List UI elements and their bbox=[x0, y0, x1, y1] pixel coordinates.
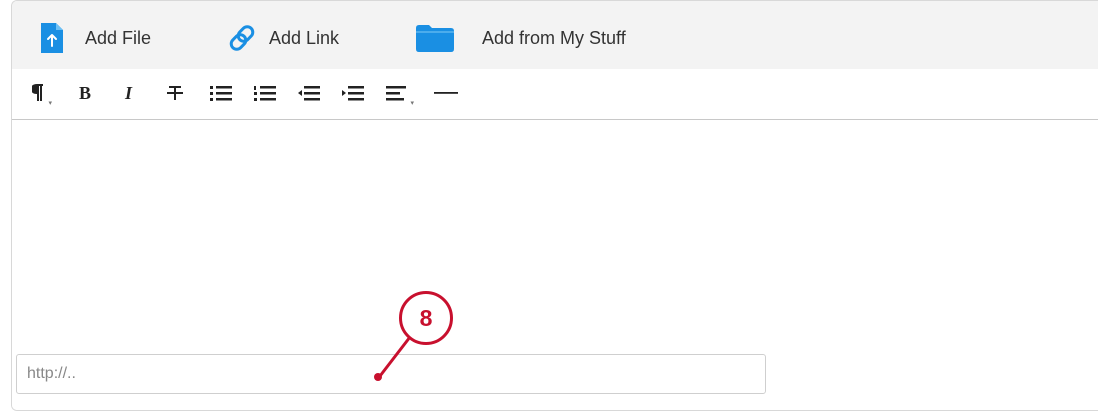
callout-badge: 8 bbox=[399, 291, 453, 345]
callout-number: 8 bbox=[419, 304, 433, 331]
callout-pointer bbox=[374, 335, 412, 381]
